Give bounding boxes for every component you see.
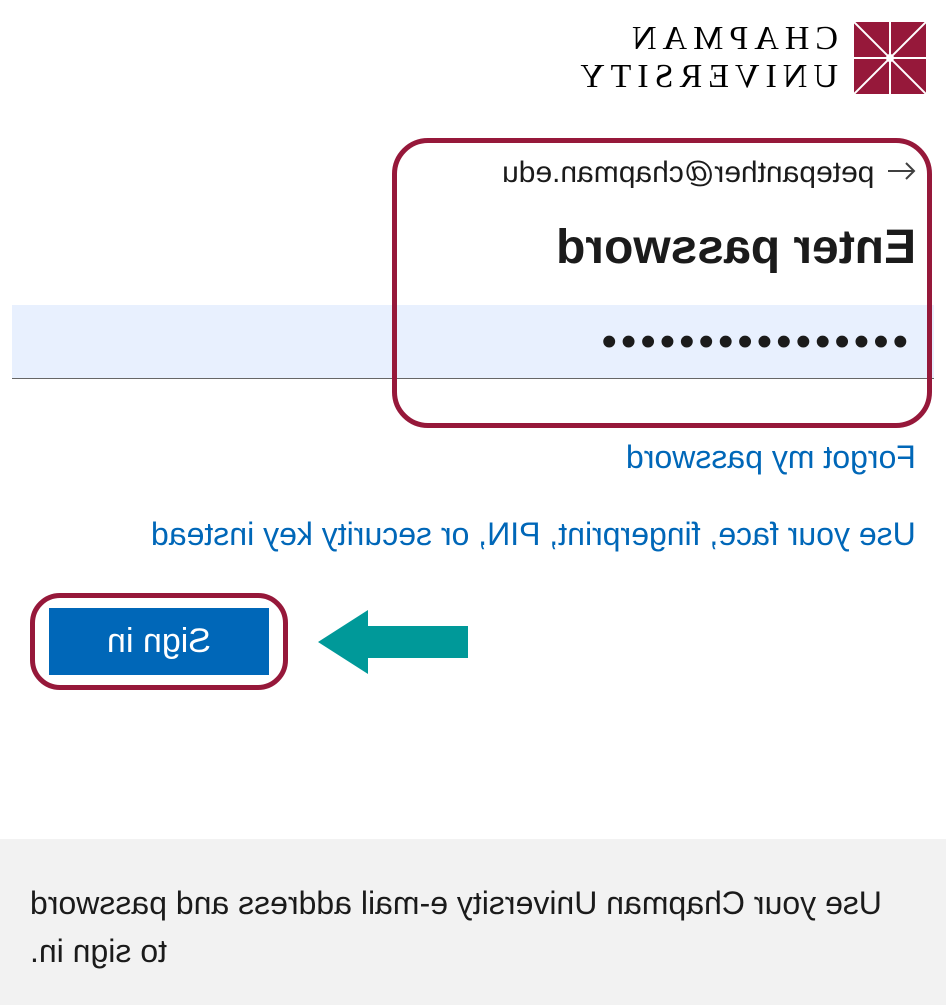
page-title: Enter password xyxy=(0,190,946,275)
pointer-arrow-icon xyxy=(318,602,468,682)
signin-row: Sign in xyxy=(0,553,946,690)
org-name-line1: CHAPMAN xyxy=(626,20,838,58)
signin-button[interactable]: Sign in xyxy=(49,608,269,675)
password-input[interactable]: •••••••••••••••• xyxy=(12,305,934,379)
account-row[interactable]: petepanther@chapman.edu xyxy=(0,106,946,190)
signin-highlight-box: Sign in xyxy=(30,593,288,690)
org-name-line2: UNIVERSITY xyxy=(574,58,838,96)
account-email: petepanther@chapman.edu xyxy=(502,156,874,190)
chapman-logo-icon xyxy=(854,22,926,94)
header: CHAPMAN UNIVERSITY xyxy=(0,0,946,106)
forgot-password-link[interactable]: Forgot my password xyxy=(0,379,946,476)
password-masked-value: •••••••••••••••• xyxy=(602,317,912,367)
org-name: CHAPMAN UNIVERSITY xyxy=(574,20,838,96)
footer-help-text: Use your Chapman University e-mail addre… xyxy=(0,839,946,1005)
back-arrow-icon[interactable] xyxy=(886,156,916,190)
alt-signin-link[interactable]: Use your face, fingerprint, PIN, or secu… xyxy=(0,476,946,553)
